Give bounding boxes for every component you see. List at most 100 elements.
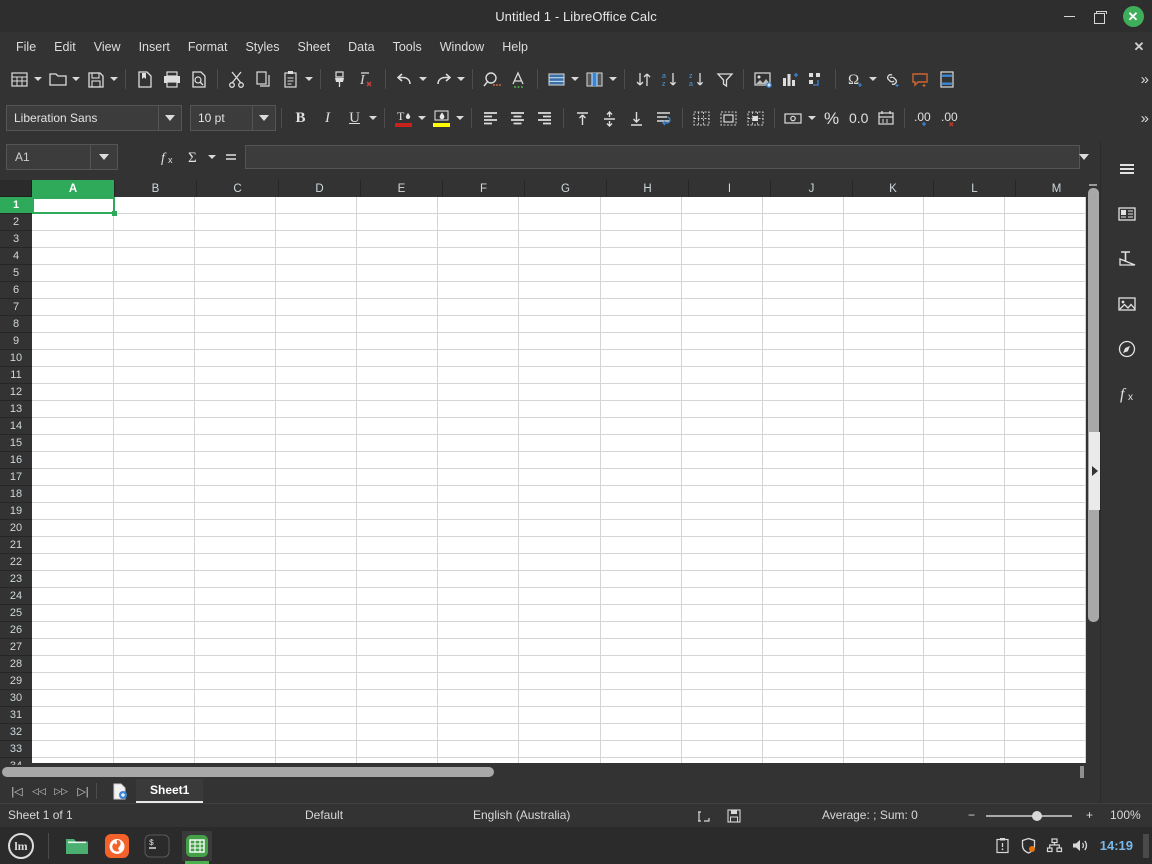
cell-A9[interactable] bbox=[32, 333, 114, 350]
zoom-in-button[interactable]: + bbox=[1086, 808, 1093, 822]
sidebar-item-navigator[interactable] bbox=[1107, 332, 1147, 366]
cell-C10[interactable] bbox=[195, 350, 276, 367]
cell-K17[interactable] bbox=[844, 469, 924, 486]
cell-B1[interactable] bbox=[114, 197, 195, 214]
column-header-a[interactable]: A bbox=[32, 180, 115, 197]
cell-H28[interactable] bbox=[601, 656, 682, 673]
cell-M3[interactable] bbox=[1005, 231, 1086, 248]
cell-I25[interactable] bbox=[682, 605, 763, 622]
cell-C25[interactable] bbox=[195, 605, 276, 622]
cell-B14[interactable] bbox=[114, 418, 195, 435]
row-header-5[interactable]: 5 bbox=[0, 265, 32, 282]
cell-F3[interactable] bbox=[438, 231, 519, 248]
cell-J12[interactable] bbox=[763, 384, 844, 401]
cell-B34[interactable] bbox=[114, 758, 195, 763]
cell-I18[interactable] bbox=[682, 486, 763, 503]
row-header-10[interactable]: 10 bbox=[0, 350, 32, 367]
cell-L26[interactable] bbox=[924, 622, 1005, 639]
cell-F5[interactable] bbox=[438, 265, 519, 282]
cell-J26[interactable] bbox=[763, 622, 844, 639]
cell-L19[interactable] bbox=[924, 503, 1005, 520]
cell-K24[interactable] bbox=[844, 588, 924, 605]
cell-A22[interactable] bbox=[32, 554, 114, 571]
cell-D3[interactable] bbox=[276, 231, 357, 248]
cell-C18[interactable] bbox=[195, 486, 276, 503]
cell-E8[interactable] bbox=[357, 316, 438, 333]
cell-D19[interactable] bbox=[276, 503, 357, 520]
cell-J14[interactable] bbox=[763, 418, 844, 435]
export-pdf-button[interactable] bbox=[131, 65, 158, 93]
cell-F28[interactable] bbox=[438, 656, 519, 673]
cell-G18[interactable] bbox=[519, 486, 600, 503]
cell-G9[interactable] bbox=[519, 333, 600, 350]
cell-C31[interactable] bbox=[195, 707, 276, 724]
cell-K22[interactable] bbox=[844, 554, 924, 571]
cell-F4[interactable] bbox=[438, 248, 519, 265]
cell-M7[interactable] bbox=[1005, 299, 1086, 316]
cell-H25[interactable] bbox=[601, 605, 682, 622]
font-color-dropdown-icon[interactable] bbox=[418, 116, 426, 120]
cell-M27[interactable] bbox=[1005, 639, 1086, 656]
cell-C7[interactable] bbox=[195, 299, 276, 316]
cell-K20[interactable] bbox=[844, 520, 924, 537]
sidebar-item-settings[interactable] bbox=[1107, 152, 1147, 186]
cell-M29[interactable] bbox=[1005, 673, 1086, 690]
page-style-status[interactable]: Default bbox=[305, 808, 343, 822]
cell-L10[interactable] bbox=[924, 350, 1005, 367]
cell-K19[interactable] bbox=[844, 503, 924, 520]
cell-H31[interactable] bbox=[601, 707, 682, 724]
cell-E6[interactable] bbox=[357, 282, 438, 299]
cell-I9[interactable] bbox=[682, 333, 763, 350]
cell-L28[interactable] bbox=[924, 656, 1005, 673]
cell-A20[interactable] bbox=[32, 520, 114, 537]
row-header-28[interactable]: 28 bbox=[0, 656, 32, 673]
cell-J31[interactable] bbox=[763, 707, 844, 724]
align-center-button[interactable] bbox=[504, 104, 531, 132]
cell-C2[interactable] bbox=[195, 214, 276, 231]
cell-G5[interactable] bbox=[519, 265, 600, 282]
center-vertically-button[interactable] bbox=[596, 104, 623, 132]
print-button[interactable] bbox=[158, 65, 185, 93]
cell-B18[interactable] bbox=[114, 486, 195, 503]
cell-G10[interactable] bbox=[519, 350, 600, 367]
row-header-3[interactable]: 3 bbox=[0, 231, 32, 248]
open-dropdown-icon[interactable] bbox=[72, 77, 80, 81]
cell-D1[interactable] bbox=[276, 197, 357, 214]
row-header-11[interactable]: 11 bbox=[0, 367, 32, 384]
cell-D14[interactable] bbox=[276, 418, 357, 435]
cell-J29[interactable] bbox=[763, 673, 844, 690]
sum-dropdown-icon[interactable] bbox=[208, 155, 216, 159]
row-header-22[interactable]: 22 bbox=[0, 554, 32, 571]
insert-column-button[interactable] bbox=[581, 65, 608, 93]
cell-K30[interactable] bbox=[844, 690, 924, 707]
cell-E32[interactable] bbox=[357, 724, 438, 741]
volume-icon[interactable] bbox=[1068, 827, 1094, 864]
cell-D10[interactable] bbox=[276, 350, 357, 367]
cell-H3[interactable] bbox=[601, 231, 682, 248]
cell-E19[interactable] bbox=[357, 503, 438, 520]
cell-I24[interactable] bbox=[682, 588, 763, 605]
cell-F1[interactable] bbox=[438, 197, 519, 214]
row-header-30[interactable]: 30 bbox=[0, 690, 32, 707]
cell-K26[interactable] bbox=[844, 622, 924, 639]
font-color-button[interactable]: T bbox=[390, 104, 417, 132]
cell-B5[interactable] bbox=[114, 265, 195, 282]
insert-chart-button[interactable] bbox=[776, 65, 803, 93]
cell-F23[interactable] bbox=[438, 571, 519, 588]
cell-A4[interactable] bbox=[32, 248, 114, 265]
cell-E27[interactable] bbox=[357, 639, 438, 656]
cell-E34[interactable] bbox=[357, 758, 438, 763]
font-name-combobox[interactable]: Liberation Sans bbox=[6, 105, 182, 131]
menu-edit[interactable]: Edit bbox=[45, 37, 85, 57]
cell-I3[interactable] bbox=[682, 231, 763, 248]
cell-C9[interactable] bbox=[195, 333, 276, 350]
cell-E25[interactable] bbox=[357, 605, 438, 622]
cell-H13[interactable] bbox=[601, 401, 682, 418]
cell-J24[interactable] bbox=[763, 588, 844, 605]
cell-H1[interactable] bbox=[601, 197, 682, 214]
cell-D32[interactable] bbox=[276, 724, 357, 741]
cell-G11[interactable] bbox=[519, 367, 600, 384]
cell-L15[interactable] bbox=[924, 435, 1005, 452]
font-size-value[interactable]: 10 pt bbox=[190, 105, 252, 131]
cell-K12[interactable] bbox=[844, 384, 924, 401]
